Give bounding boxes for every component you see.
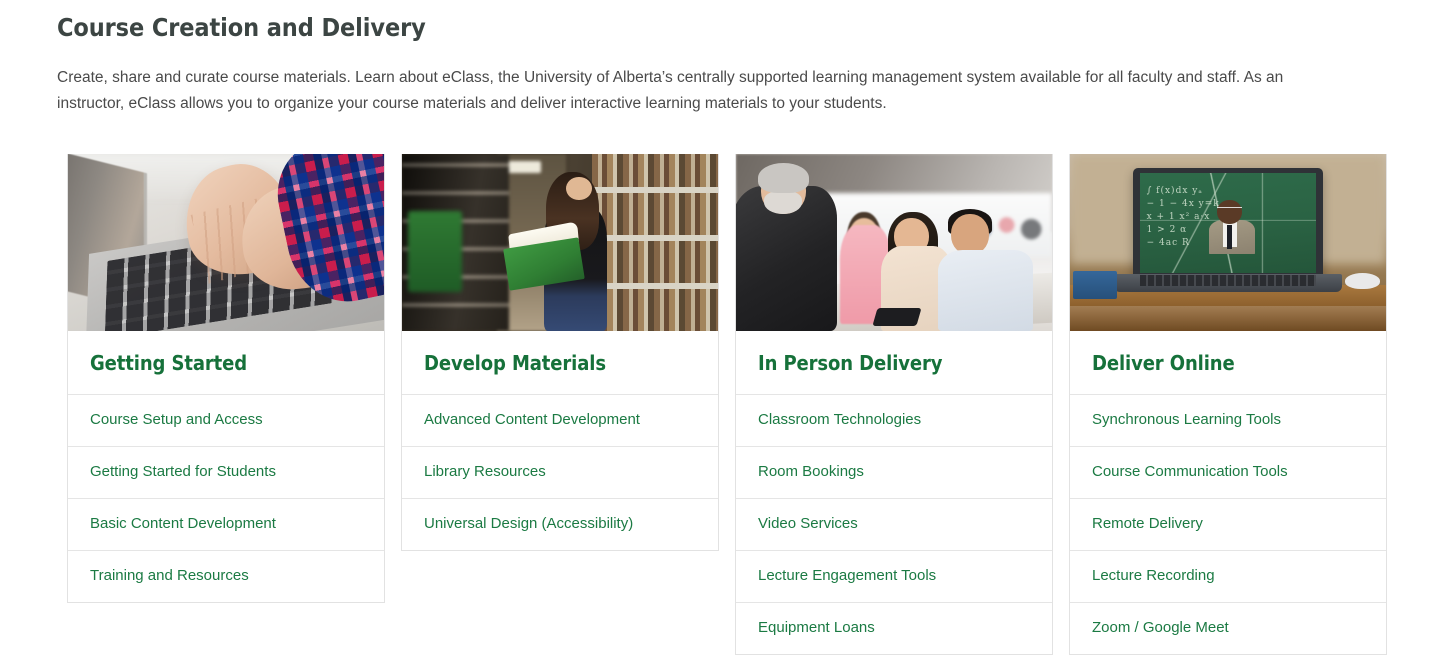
list-item: Video Services [736, 499, 1052, 551]
card-link-list: Synchronous Learning Tools Course Commun… [1070, 395, 1386, 654]
course-creation-and-delivery-page: Course Creation and Delivery Create, sha… [0, 0, 1445, 666]
page-intro-text: Create, share and curate course material… [57, 69, 1284, 112]
card-title: In Person Delivery [758, 351, 943, 375]
list-item: Advanced Content Development [402, 395, 718, 447]
card-link-room-bookings[interactable]: Room Bookings [736, 447, 1052, 498]
card-link-library-resources[interactable]: Library Resources [402, 447, 718, 498]
list-item: Course Communication Tools [1070, 447, 1386, 499]
card-header: In Person Delivery [736, 331, 1052, 395]
card-link-universal-design-accessibility[interactable]: Universal Design (Accessibility) [402, 499, 718, 550]
card-title: Getting Started [90, 351, 248, 375]
list-item: Synchronous Learning Tools [1070, 395, 1386, 447]
card-title: Develop Materials [424, 351, 606, 375]
card-header: Deliver Online [1070, 331, 1386, 395]
card-link-equipment-loans[interactable]: Equipment Loans [736, 603, 1052, 654]
list-item: Equipment Loans [736, 603, 1052, 654]
card-link-remote-delivery[interactable]: Remote Delivery [1070, 499, 1386, 550]
card-link-lecture-recording[interactable]: Lecture Recording [1070, 551, 1386, 602]
card-link-basic-content-development[interactable]: Basic Content Development [68, 499, 384, 550]
card-link-list: Advanced Content Development Library Res… [402, 395, 718, 550]
list-item: Remote Delivery [1070, 499, 1386, 551]
page-intro-block: Course Creation and Delivery Create, sha… [57, 0, 1347, 117]
list-item: Lecture Recording [1070, 551, 1386, 603]
card-link-training-and-resources[interactable]: Training and Resources [68, 551, 384, 602]
card-link-advanced-content-development[interactable]: Advanced Content Development [402, 395, 718, 446]
card-grid: Getting Started Course Setup and Access … [67, 154, 1387, 655]
card-title: Deliver Online [1092, 351, 1235, 375]
card-in-person-delivery: In Person Delivery Classroom Technologie… [735, 154, 1053, 655]
list-item: Library Resources [402, 447, 718, 499]
card-link-video-services[interactable]: Video Services [736, 499, 1052, 550]
card-link-zoom-google-meet[interactable]: Zoom / Google Meet [1070, 603, 1386, 654]
card-image-instructor-with-students [736, 154, 1052, 331]
card-develop-materials: Develop Materials Advanced Content Devel… [401, 154, 719, 551]
list-item: Zoom / Google Meet [1070, 603, 1386, 654]
card-link-list: Classroom Technologies Room Bookings Vid… [736, 395, 1052, 654]
card-link-synchronous-learning-tools[interactable]: Synchronous Learning Tools [1070, 395, 1386, 446]
card-image-hands-typing-on-laptop [68, 154, 384, 331]
list-item: Getting Started for Students [68, 447, 384, 499]
card-link-course-communication-tools[interactable]: Course Communication Tools [1070, 447, 1386, 498]
card-deliver-online: ∫ f(x)dx yₐ − 1 − 4x y=k x + 1 x² a·x 1 … [1069, 154, 1387, 655]
card-link-lecture-engagement-tools[interactable]: Lecture Engagement Tools [736, 551, 1052, 602]
list-item: Lecture Engagement Tools [736, 551, 1052, 603]
list-item: Classroom Technologies [736, 395, 1052, 447]
card-link-list: Course Setup and Access Getting Started … [68, 395, 384, 602]
list-item: Room Bookings [736, 447, 1052, 499]
card-header: Develop Materials [402, 331, 718, 395]
card-link-course-setup-and-access[interactable]: Course Setup and Access [68, 395, 384, 446]
page-title: Course Creation and Delivery [57, 13, 426, 42]
list-item: Basic Content Development [68, 499, 384, 551]
card-link-classroom-technologies[interactable]: Classroom Technologies [736, 395, 1052, 446]
card-link-getting-started-for-students[interactable]: Getting Started for Students [68, 447, 384, 498]
list-item: Course Setup and Access [68, 395, 384, 447]
card-image-laptop-online-instructor: ∫ f(x)dx yₐ − 1 − 4x y=k x + 1 x² a·x 1 … [1070, 154, 1386, 331]
card-getting-started: Getting Started Course Setup and Access … [67, 154, 385, 603]
card-header: Getting Started [68, 331, 384, 395]
card-image-student-reading-in-library [402, 154, 718, 331]
chalkboard-line: ∫ f(x)dx yₐ [1146, 185, 1203, 196]
list-item: Training and Resources [68, 551, 384, 602]
list-item: Universal Design (Accessibility) [402, 499, 718, 550]
